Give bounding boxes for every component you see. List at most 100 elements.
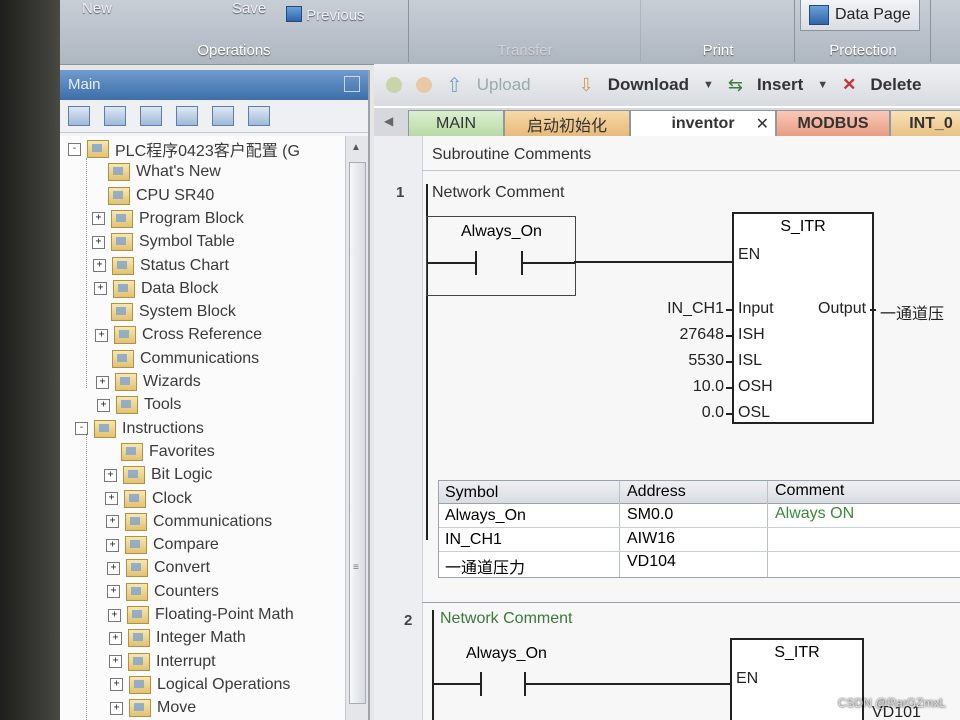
close-icon[interactable]: ✕ [756, 114, 769, 134]
tab-main[interactable]: MAIN [408, 110, 504, 137]
insert-button[interactable]: Insert [757, 75, 803, 95]
wire [523, 262, 575, 264]
operand-output[interactable]: 一通道压 [880, 300, 944, 324]
expand-toggle-icon[interactable]: + [94, 282, 107, 296]
save-button[interactable]: Save [232, 0, 266, 17]
table-cell[interactable]: SM0.0 [627, 506, 673, 524]
table-cell[interactable]: 一通道压力 [445, 554, 525, 578]
expand-toggle-icon[interactable]: + [108, 608, 121, 622]
tree-item[interactable]: + Tools [97, 394, 181, 416]
scroll-up-icon[interactable]: ▲ [351, 142, 361, 153]
expand-toggle-icon[interactable]: + [110, 701, 123, 715]
view-icon[interactable] [68, 106, 90, 126]
scroll-thumb[interactable] [349, 162, 366, 704]
tree-item[interactable]: + Bit Logic [104, 464, 212, 486]
tree-scrollbar[interactable]: ▲ ≡ [345, 136, 368, 720]
network-comment[interactable]: Network Comment [432, 184, 564, 202]
wire [427, 262, 475, 264]
expand-toggle-icon[interactable]: + [109, 631, 122, 645]
tree-item[interactable]: + Compare [106, 534, 219, 556]
folder-icon [115, 373, 137, 391]
data-page-button[interactable]: Data Page [800, 0, 920, 31]
expand-toggle-icon[interactable]: + [106, 538, 119, 552]
expand-toggle-icon[interactable]: + [109, 655, 122, 669]
expand-toggle-icon[interactable]: + [92, 212, 105, 226]
contact-always-on[interactable]: Always_On [426, 216, 576, 296]
operand-ish[interactable]: 27648 [680, 326, 725, 344]
tree-item[interactable]: + Cross Reference [95, 324, 262, 346]
tree-item[interactable]: + Move [110, 697, 196, 719]
expand-toggle-icon[interactable]: + [110, 678, 123, 692]
expand-toggle-icon[interactable]: + [107, 561, 120, 575]
tree-item[interactable]: + Floating-Point Math [108, 604, 294, 626]
operand-isl[interactable]: 5530 [688, 352, 724, 370]
expand-toggle-icon[interactable]: + [97, 398, 110, 412]
tab-modbus[interactable]: MODBUS [776, 110, 890, 137]
expand-toggle-icon[interactable]: + [106, 515, 119, 529]
tree-item[interactable]: System Block [94, 301, 236, 323]
expand-toggle-icon[interactable]: + [104, 468, 117, 482]
new-button[interactable]: New [82, 0, 112, 17]
chevron-down-icon[interactable]: ▼ [817, 79, 828, 91]
subroutine-comments[interactable]: Subroutine Comments [432, 146, 591, 164]
expand-toggle-icon[interactable]: + [92, 235, 105, 249]
s-itr-block[interactable]: S_ITR EN Input ISH ISL OSH OSL Output [732, 212, 874, 424]
delete-button[interactable]: Delete [870, 75, 921, 95]
operand-input[interactable]: IN_CH1 [667, 300, 724, 318]
expand-toggle-icon[interactable]: + [95, 328, 108, 342]
table-cell[interactable]: Always_On [445, 507, 526, 525]
tree-item[interactable]: + Logical Operations [110, 674, 290, 696]
expand-toggle-icon[interactable]: - [75, 422, 88, 436]
run-icon[interactable] [386, 77, 402, 93]
network-comment[interactable]: Network Comment [440, 610, 572, 628]
editor-toolbar: ⇧ Upload ⇩ Download ▼ ⇆ Insert ▼ ✕ Delet… [374, 64, 960, 106]
tree-item[interactable]: Favorites [104, 441, 215, 463]
operand-osh[interactable]: 10.0 [693, 378, 724, 396]
pin-input: Input [738, 300, 774, 317]
table-cell[interactable]: IN_CH1 [445, 531, 502, 549]
table-cell[interactable]: VD104 [627, 553, 676, 571]
tree-item[interactable]: + Wizards [96, 371, 201, 393]
tree-item[interactable]: + Interrupt [109, 651, 216, 673]
tree-item-label: Communications [153, 512, 273, 530]
tree-item[interactable]: What's New [91, 161, 221, 183]
expand-toggle-icon[interactable]: + [105, 492, 118, 505]
tree-item[interactable]: - PLC程序0423客户配置 (G [68, 138, 300, 160]
table-cell[interactable]: AIW16 [627, 530, 675, 548]
tab-startup-init[interactable]: 启动初始化 [504, 110, 630, 137]
tree-item[interactable]: + Symbol Table [92, 231, 235, 253]
tree-item[interactable]: + Counters [107, 581, 219, 603]
tab-scroll-left-icon[interactable]: ◀ [384, 114, 393, 128]
table-icon[interactable] [212, 106, 234, 126]
expand-toggle-icon[interactable]: + [93, 259, 106, 272]
previous-button[interactable]: Previous [286, 6, 365, 24]
project-tree: - PLC程序0423客户配置 (G What's New CPU SR40 + Prog… [60, 136, 345, 720]
monitor-icon[interactable] [248, 106, 270, 126]
tab-inventor[interactable]: inventor ✕ [630, 110, 776, 137]
tree-item[interactable]: + Program Block [92, 208, 244, 230]
contact-label[interactable]: Always_On [466, 645, 547, 663]
pin-icon[interactable] [344, 76, 360, 92]
tree-item[interactable]: + Status Chart [93, 255, 229, 277]
tree-item[interactable]: - Instructions [75, 418, 204, 440]
grid-icon[interactable] [104, 106, 126, 126]
tree-item[interactable]: + Clock [105, 488, 192, 510]
chevron-down-icon[interactable]: ▼ [703, 79, 714, 91]
stop-icon[interactable] [416, 77, 432, 93]
expand-toggle-icon[interactable]: - [68, 142, 81, 156]
document-icon[interactable] [176, 106, 198, 126]
tree-item[interactable]: CPU SR40 [91, 185, 214, 207]
tree-item[interactable]: + Integer Math [109, 627, 246, 649]
tree-item[interactable]: Communications [95, 348, 259, 370]
upload-button[interactable]: Upload [477, 75, 531, 95]
expand-toggle-icon[interactable]: + [107, 585, 120, 599]
download-button[interactable]: Download [608, 75, 689, 95]
table-cell[interactable]: Always ON [775, 505, 854, 523]
tree-item[interactable]: + Communications [106, 511, 272, 533]
tab-int0[interactable]: INT_0 [890, 110, 960, 137]
tree-item[interactable]: + Convert [107, 557, 210, 579]
operand-osl[interactable]: 0.0 [702, 404, 724, 422]
tree-item[interactable]: + Data Block [94, 278, 218, 300]
expand-toggle-icon[interactable]: + [96, 375, 109, 389]
page-icon[interactable] [140, 106, 162, 126]
